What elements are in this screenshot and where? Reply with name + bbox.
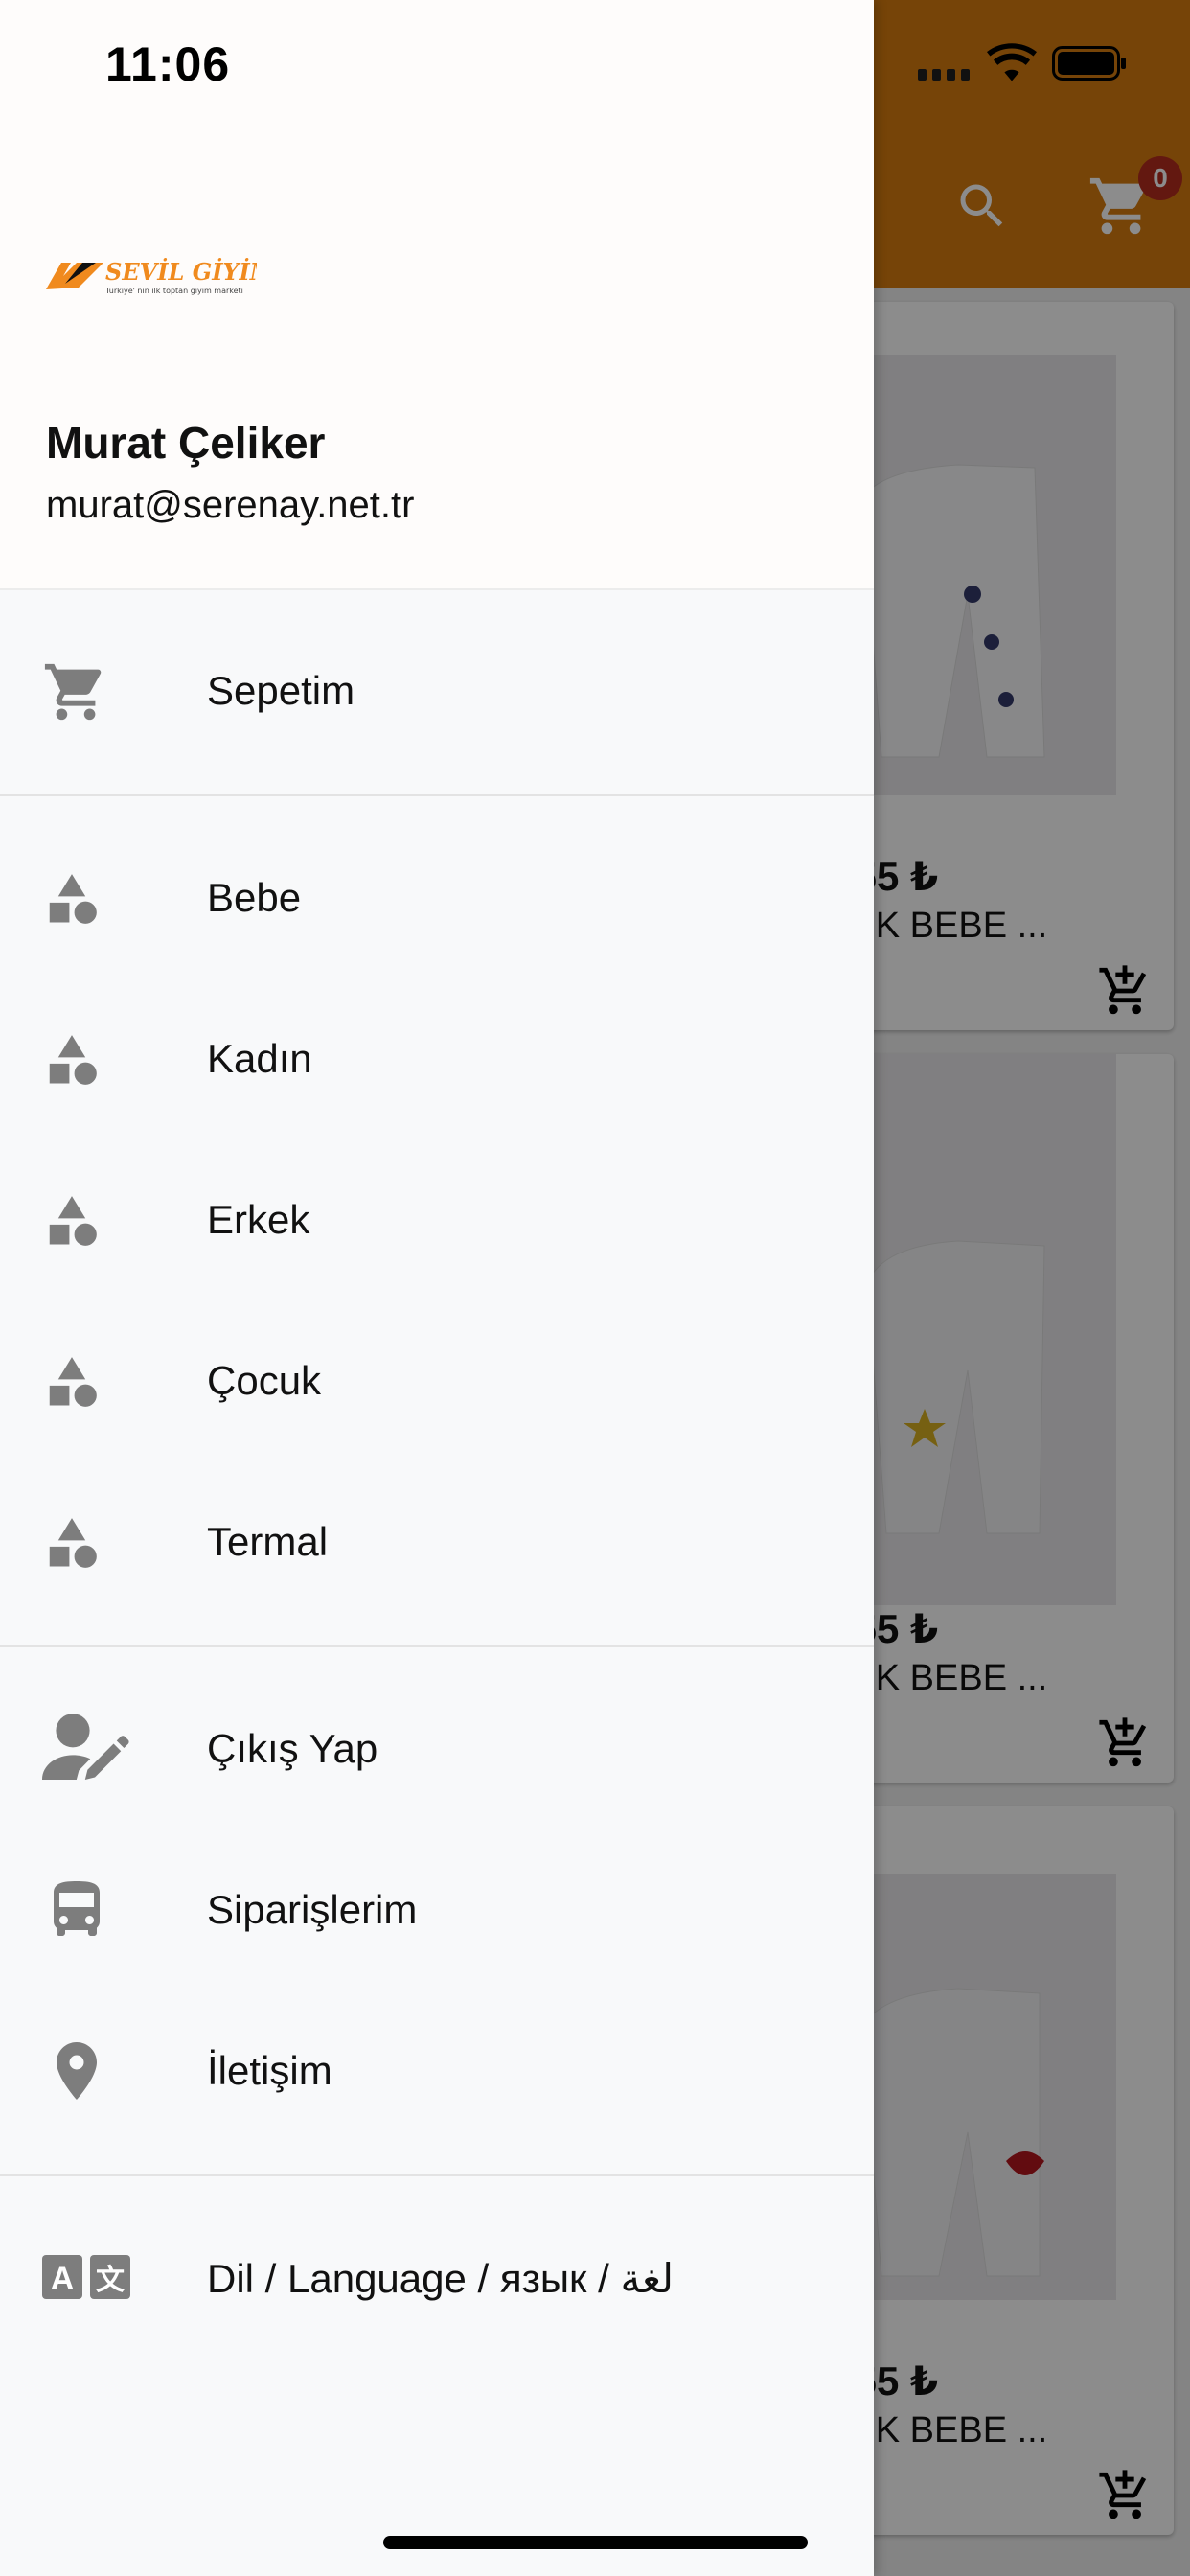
category-icon [49, 1035, 97, 1085]
menu-item-label: Çıkış Yap [207, 1726, 378, 1771]
menu-item-bebe[interactable]: Bebe [0, 817, 874, 978]
battery-icon [1052, 46, 1126, 80]
user-email: murat@serenay.net.tr [46, 484, 415, 526]
sevil-giyim-logo: SEVİL GİYİM Türkiye' nin ilk toptan giyi… [46, 258, 257, 295]
category-icon [49, 1357, 97, 1407]
divider [0, 794, 874, 796]
cart-icon [44, 663, 102, 721]
menu-item-label: İletişim [207, 2048, 332, 2093]
cellular-signal-icon [918, 69, 970, 80]
status-time: 11:06 [105, 37, 231, 91]
menu-item-logout[interactable]: Çıkış Yap [0, 1668, 874, 1829]
drawer-header: 11:06 SEVİL GİYİM Türkiye' nin ilk topta… [0, 0, 874, 590]
menu-item-label: Siparişlerim [207, 1887, 418, 1932]
menu-item-label: Erkek [207, 1197, 310, 1242]
divider [0, 1645, 874, 1647]
menu-item-label: Termal [207, 1519, 329, 1564]
svg-text:SEVİL GİYİM: SEVİL GİYİM [105, 258, 257, 286]
menu-item-label: Sepetim [207, 668, 355, 713]
category-icon [49, 1518, 97, 1568]
svg-text:A: A [51, 2261, 75, 2297]
navigation-drawer: 11:06 SEVİL GİYİM Türkiye' nin ilk topta… [0, 0, 874, 2576]
menu-item-label: Çocuk [207, 1358, 322, 1403]
menu-item-erkek[interactable]: Erkek [0, 1139, 874, 1300]
svg-text:Türkiye' nin ilk toptan giyim: Türkiye' nin ilk toptan giyim marketi [104, 287, 243, 295]
location-pin-icon [57, 2042, 97, 2100]
svg-text:文: 文 [96, 2264, 125, 2297]
category-icon [49, 1196, 97, 1246]
menu-item-label: Dil / Language / язык / لغة [207, 2256, 675, 2301]
category-icon [49, 874, 97, 924]
menu-item-contact[interactable]: İletişim [0, 1990, 874, 2151]
user-name: Murat Çeliker [46, 418, 326, 468]
divider [0, 2174, 874, 2176]
menu-item-kadin[interactable]: Kadın [0, 978, 874, 1139]
menu-item-orders[interactable]: Siparişlerim [0, 1829, 874, 1990]
translate-icon: A 文 [42, 2255, 130, 2299]
bus-icon [54, 1881, 100, 1936]
user-edit-icon [42, 1714, 129, 1780]
menu-item-label: Bebe [207, 875, 302, 920]
wifi-icon [987, 43, 1037, 81]
menu-item-label: Kadın [207, 1036, 312, 1081]
menu-item-language[interactable]: A 文 Dil / Language / язык / لغة [0, 2197, 874, 2358]
menu-item-cart[interactable]: Sepetim [0, 610, 874, 771]
menu-item-cocuk[interactable]: Çocuk [0, 1300, 874, 1461]
menu-item-termal[interactable]: Termal [0, 1461, 874, 1622]
home-indicator [383, 2536, 808, 2549]
